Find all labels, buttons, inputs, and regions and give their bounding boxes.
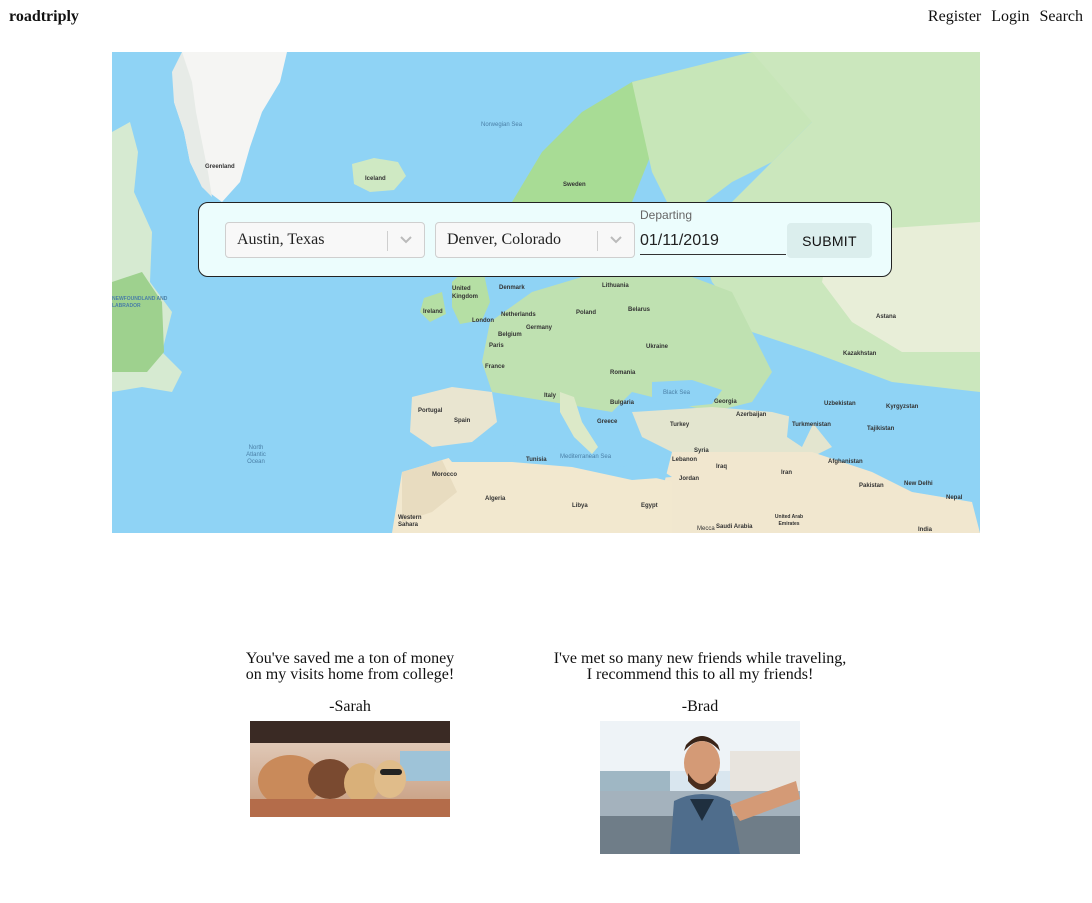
chevron-down-icon[interactable] <box>609 235 623 245</box>
map-label-newfoundland: NEWFOUNDLAND AND LABRADOR <box>112 296 168 309</box>
map-label-norwegian-sea: Norwegian Sea <box>481 122 523 128</box>
map-label-belarus: Belarus <box>628 307 651 313</box>
departing-date-input[interactable] <box>640 227 786 255</box>
testimonial-author: -Sarah <box>329 698 371 715</box>
map-label-astana: Astana <box>876 314 897 320</box>
map-label-iceland: Iceland <box>365 176 386 182</box>
quote-line: I recommend this to all my friends! <box>586 666 814 683</box>
map-label-ukraine: Ukraine <box>646 344 669 350</box>
quote-line: You've saved me a ton of money <box>245 650 455 667</box>
chevron-down-icon[interactable] <box>399 235 413 245</box>
map-label-kazakhstan: Kazakhstan <box>843 351 877 357</box>
map-label-united-kingdom: United Kingdom <box>452 286 478 300</box>
map-label-libya: Libya <box>572 503 588 509</box>
map-label-greece: Greece <box>597 419 618 425</box>
brand-logo[interactable]: roadtriply <box>9 8 79 26</box>
testimonial-quote: You've saved me a ton of money on my vis… <box>200 651 500 683</box>
map-label-romania: Romania <box>610 370 636 376</box>
map-label-algeria: Algeria <box>485 496 506 502</box>
map-label-london: London <box>472 318 494 324</box>
map-label-netherlands: Netherlands <box>501 312 536 318</box>
map-label-uzbekistan: Uzbekistan <box>824 401 856 407</box>
map-label-tajikistan: Tajikistan <box>867 426 895 432</box>
departing-label: Departing <box>640 208 693 222</box>
select-separator <box>597 231 598 251</box>
submit-button[interactable]: SUBMIT <box>787 223 872 258</box>
map-label-poland: Poland <box>576 310 597 316</box>
map-label-north-atlantic: North Atlantic Ocean <box>246 445 266 465</box>
map-label-portugal: Portugal <box>418 408 443 414</box>
destination-value: Denver, Colorado <box>447 231 561 248</box>
map-label-kyrgyzstan: Kyrgyzstan <box>886 404 919 410</box>
quote-line: I've met so many new friends while trave… <box>553 650 847 667</box>
map-label-uae: United Arab Emirates <box>774 514 804 527</box>
map-label-black-sea: Black Sea <box>663 390 691 396</box>
map-label-iraq: Iraq <box>716 464 728 470</box>
map-label-germany: Germany <box>526 325 553 331</box>
origin-select[interactable]: Austin, Texas <box>225 222 425 258</box>
man-selfie-photo <box>600 721 800 854</box>
map-label-syria: Syria <box>694 448 709 454</box>
top-nav: Register Login Search <box>928 8 1083 26</box>
map-label-pakistan: Pakistan <box>859 483 884 489</box>
map-label-afghanistan: Afghanistan <box>828 459 863 465</box>
map-label-georgia: Georgia <box>714 399 737 405</box>
testimonial-quote: I've met so many new friends while trave… <box>530 651 870 683</box>
nav-login-link[interactable]: Login <box>991 8 1029 26</box>
map-label-egypt: Egypt <box>641 503 658 509</box>
map-label-jordan: Jordan <box>679 476 700 482</box>
map-label-western-sahara: Western Sahara <box>398 515 422 528</box>
trip-search-form: Austin, Texas Denver, Colorado Departing… <box>198 202 892 277</box>
map-label-lebanon: Lebanon <box>672 457 697 463</box>
map-label-india: India <box>918 527 933 533</box>
map-label-mediterranean: Mediterranean Sea <box>560 454 612 460</box>
map-label-mecca: Mecca <box>697 526 715 532</box>
map-label-france: France <box>485 364 505 370</box>
map-label-new-delhi: New Delhi <box>904 481 933 487</box>
map-label-spain: Spain <box>454 418 471 424</box>
destination-select[interactable]: Denver, Colorado <box>435 222 635 258</box>
friends-car-photo <box>250 721 450 817</box>
map-label-sweden: Sweden <box>563 182 586 188</box>
map-label-paris: Paris <box>489 343 504 349</box>
select-separator <box>387 231 388 251</box>
map-label-iran: Iran <box>781 470 793 476</box>
map-label-turkmenistan: Turkmenistan <box>792 422 831 428</box>
map-label-azerbaijan: Azerbaijan <box>736 412 767 418</box>
testimonial-brad: I've met so many new friends while trave… <box>530 651 870 715</box>
testimonial-sarah: You've saved me a ton of money on my vis… <box>200 651 500 715</box>
map-label-greenland: Greenland <box>205 164 235 170</box>
map-label-tunisia: Tunisia <box>526 457 547 463</box>
map-label-ireland: Ireland <box>423 309 443 315</box>
map-label-denmark: Denmark <box>499 285 525 291</box>
testimonial-photo-brad <box>600 721 800 854</box>
map-label-nepal: Nepal <box>946 495 963 501</box>
testimonial-author: -Brad <box>681 698 719 715</box>
nav-search-link[interactable]: Search <box>1039 8 1083 26</box>
nav-register-link[interactable]: Register <box>928 8 981 26</box>
world-map: Greenland Iceland Norwegian Sea Sweden N… <box>112 52 980 533</box>
map-label-lithuania: Lithuania <box>602 283 629 289</box>
quote-line: on my visits home from college! <box>245 666 455 683</box>
map-label-morocco: Morocco <box>432 472 458 478</box>
map-label-saudi-arabia: Saudi Arabia <box>716 524 753 530</box>
map-label-bulgaria: Bulgaria <box>610 400 635 406</box>
origin-value: Austin, Texas <box>237 231 325 248</box>
map-label-italy: Italy <box>544 393 557 399</box>
map-label-belgium: Belgium <box>498 332 522 338</box>
map-label-turkey: Turkey <box>670 422 690 428</box>
testimonial-photo-sarah <box>250 721 450 817</box>
